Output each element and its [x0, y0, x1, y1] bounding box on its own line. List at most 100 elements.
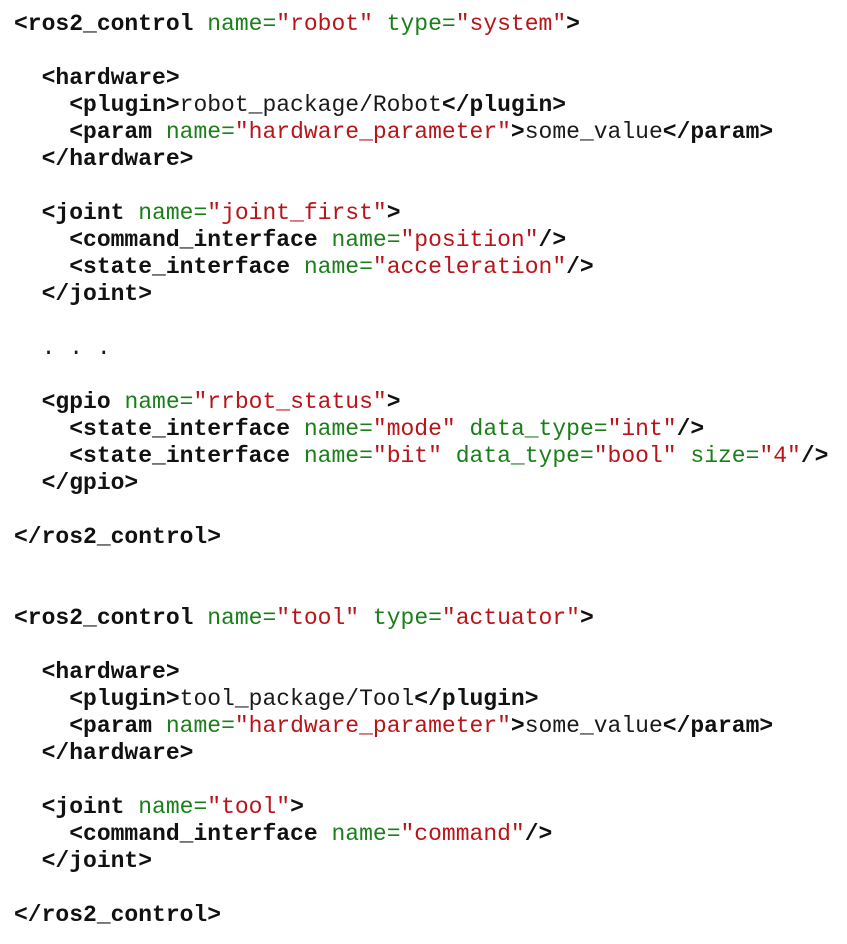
xml-tag-token: <ros2_control — [14, 605, 194, 631]
xml-tag-token: > — [386, 200, 401, 226]
xml-tag-token: /> — [538, 227, 567, 253]
xml-value-token: "system" — [455, 11, 567, 37]
text-token: . . . — [14, 335, 111, 361]
xml-tag-token: <gpio — [41, 389, 111, 415]
code-line: <plugin>robot_package/Robot</plugin> — [14, 92, 828, 119]
xml-tag-token: /> — [800, 443, 829, 469]
xml-tag-token: </gpio> — [41, 470, 139, 496]
xml-value-token: "command" — [400, 821, 525, 847]
xml-tag-token: <hardware> — [41, 65, 180, 91]
xml-tag-token: > — [579, 605, 594, 631]
xml-attribute-token: name= — [331, 821, 401, 847]
xml-value-token: "tool" — [207, 794, 291, 820]
xml-tag-token: </ros2_control> — [14, 902, 222, 928]
xml-attribute-token: name= — [165, 713, 235, 739]
xml-attribute-token: data_type= — [469, 416, 608, 442]
xml-attribute-token: size= — [690, 443, 760, 469]
code-line: <param name="hardware_parameter">some_va… — [14, 713, 828, 740]
xml-tag-token: <plugin> — [69, 92, 180, 118]
code-line: <command_interface name="position"/> — [14, 227, 828, 254]
code-line: <ros2_control name="robot" type="system"… — [14, 11, 828, 38]
xml-attribute-token: type= — [386, 11, 456, 37]
xml-tag-token: /> — [676, 416, 705, 442]
code-line: </ros2_control> — [14, 524, 828, 551]
code-line: </gpio> — [14, 470, 828, 497]
xml-tag-token: </joint> — [41, 281, 153, 307]
code-line: <joint name="joint_first"> — [14, 200, 828, 227]
xml-value-token: "tool" — [276, 605, 360, 631]
code-line: </ros2_control> — [14, 902, 828, 929]
xml-value-token: "hardware_parameter" — [234, 713, 511, 739]
xml-tag-token: <state_interface — [69, 254, 291, 280]
xml-tag-token: <state_interface — [69, 443, 291, 469]
xml-value-token: "hardware_parameter" — [234, 119, 511, 145]
xml-tag-token: > — [566, 11, 580, 37]
xml-tag-token: </plugin> — [441, 92, 567, 118]
xml-value-token: "4" — [759, 443, 801, 469]
xml-tag-token: <joint — [41, 794, 125, 820]
code-line: </hardware> — [14, 740, 828, 767]
code-line: <plugin>tool_package/Tool</plugin> — [14, 686, 828, 713]
xml-tag-token: </param> — [662, 713, 774, 739]
xml-tag-token: <param — [69, 713, 153, 739]
text-token: some_value — [524, 713, 663, 739]
xml-tag-token: <command_interface — [69, 227, 318, 253]
xml-value-token: "bit" — [372, 443, 442, 469]
xml-tag-token: /> — [524, 821, 553, 847]
xml-tag-token: > — [510, 119, 525, 145]
text-token: tool_package/Tool — [179, 686, 415, 712]
code-line: <command_interface name="command"/> — [14, 821, 828, 848]
code-line: <state_interface name="bit" data_type="b… — [14, 443, 828, 470]
code-line: <gpio name="rrbot_status"> — [14, 389, 828, 416]
xml-tag-token: > — [386, 389, 401, 415]
code-line: . . . — [14, 335, 828, 362]
xml-value-token: "robot" — [276, 11, 373, 37]
xml-tag-token: <joint — [41, 200, 125, 226]
xml-value-token: "acceleration" — [372, 254, 567, 280]
code-line: <joint name="tool"> — [14, 794, 828, 821]
code-line: <hardware> — [14, 65, 828, 92]
xml-tag-token: > — [510, 713, 525, 739]
code-line: <state_interface name="mode" data_type="… — [14, 416, 828, 443]
xml-value-token: "joint_first" — [207, 200, 387, 226]
xml-value-token: "bool" — [593, 443, 677, 469]
xml-tag-token: </ros2_control> — [14, 524, 222, 550]
xml-value-token: "position" — [400, 227, 539, 253]
xml-tag-token: </joint> — [41, 848, 153, 874]
xml-attribute-token: name= — [303, 254, 373, 280]
xml-attribute-token: name= — [303, 443, 373, 469]
xml-value-token: "mode" — [372, 416, 456, 442]
